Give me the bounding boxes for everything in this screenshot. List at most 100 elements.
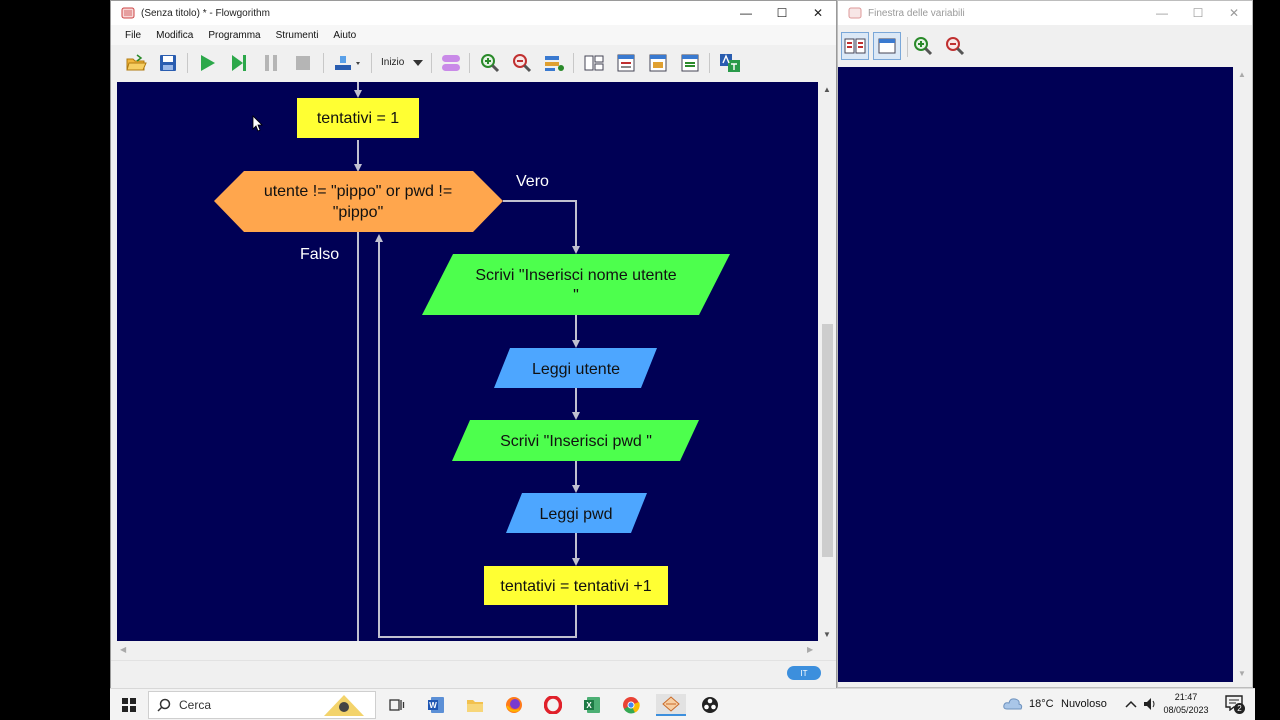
search-icon [157, 698, 171, 712]
windows-start-icon[interactable] [118, 694, 140, 716]
maximize-icon[interactable]: ☐ [1180, 1, 1216, 25]
output-block-nome-utente[interactable]: Scrivi "Inserisci nome utente " [422, 254, 730, 315]
menu-strumenti[interactable]: Strumenti [276, 30, 319, 41]
search-highlight-icon [324, 695, 364, 716]
task-view-icon[interactable] [386, 694, 408, 716]
input-block-utente[interactable]: Leggi utente [494, 348, 657, 388]
translate-icon[interactable] [718, 52, 742, 74]
file-explorer-icon[interactable] [464, 694, 486, 716]
assign-block-increment[interactable]: tentativi = tentativi +1 [484, 566, 668, 605]
toolbar-separator [431, 53, 432, 73]
step-icon[interactable] [227, 52, 251, 74]
chevron-down-icon[interactable] [413, 59, 423, 67]
menu-aiuto[interactable]: Aiuto [333, 30, 356, 41]
speaker-icon[interactable] [1143, 697, 1157, 711]
language-badge[interactable]: IT [787, 666, 821, 680]
run-icon[interactable] [195, 52, 219, 74]
weather-description[interactable]: Nuvoloso [1061, 698, 1107, 710]
decision-text-line2: "pippo" [333, 204, 384, 221]
notification-count-badge: 2 [1234, 703, 1245, 714]
weather-cloud-icon[interactable] [1003, 697, 1023, 711]
flowgorithm-taskbar-icon[interactable] [656, 694, 686, 716]
scroll-down-icon[interactable]: ▼ [823, 630, 831, 639]
zoom-in-icon[interactable] [911, 35, 935, 57]
input-block-text: Leggi pwd [540, 506, 613, 523]
mouse-cursor-icon [252, 115, 263, 132]
toolbar-separator [709, 53, 710, 73]
layout-settings-icon[interactable] [542, 52, 566, 74]
zoom-out-icon[interactable] [943, 35, 967, 57]
arrays-view-icon[interactable] [841, 32, 869, 60]
menu-bar: File Modifica Programma Strumenti Aiuto [111, 25, 836, 45]
close-icon[interactable]: ✕ [1216, 1, 1252, 25]
windows-taskbar: Cerca W X 18°C Nuvoloso 21:47 08/05/2023… [110, 688, 1255, 720]
flowgorithm-window: (Senza titolo) * - Flowgorithm — ☐ ✕ Fil… [110, 0, 837, 688]
scroll-down-icon[interactable]: ▼ [1238, 669, 1246, 678]
decision-text-line1: utente != "pippo" or pwd != [264, 183, 452, 200]
split-view-icon[interactable] [582, 52, 606, 74]
console-window-icon[interactable] [614, 52, 638, 74]
scroll-up-icon[interactable]: ▲ [823, 85, 831, 94]
system-clock[interactable]: 21:47 08/05/2023 [1160, 691, 1212, 717]
main-titlebar[interactable]: (Senza titolo) * - Flowgorithm — ☐ ✕ [111, 1, 836, 25]
menu-file[interactable]: File [125, 30, 141, 41]
vars-titlebar[interactable]: Finestra delle variabili — ☐ ✕ [838, 1, 1252, 25]
svg-text:W: W [429, 701, 437, 710]
toolbar-separator [469, 53, 470, 73]
toolbar-separator [573, 53, 574, 73]
flowgorithm-app-icon [848, 7, 862, 19]
scroll-up-icon[interactable]: ▲ [1238, 70, 1246, 79]
menu-programma[interactable]: Programma [208, 30, 260, 41]
decision-block[interactable]: utente != "pippo" or pwd != "pippo" [214, 171, 503, 232]
scroll-right-icon[interactable]: ▶ [807, 645, 813, 654]
chart-style-icon[interactable] [439, 52, 463, 74]
variables-window-icon[interactable] [646, 52, 670, 74]
canvas-horizontal-scrollbar[interactable]: ◀ ▶ [117, 642, 818, 659]
obs-studio-icon[interactable] [699, 694, 721, 716]
word-app-icon[interactable]: W [425, 694, 447, 716]
menu-modifica[interactable]: Modifica [156, 30, 193, 41]
source-code-window-icon[interactable] [678, 52, 702, 74]
flowchart-canvas[interactable]: tentativi = 1 utente != "pippo" or pwd !… [117, 82, 818, 641]
status-bar: IT [111, 660, 836, 688]
scrollbar-thumb[interactable] [822, 324, 833, 557]
output-block-pwd[interactable]: Scrivi "Inserisci pwd " [452, 420, 699, 461]
connector-true-branch [503, 200, 580, 254]
canvas-vertical-scrollbar[interactable]: ▲ ▼ [819, 82, 836, 642]
scroll-left-icon[interactable]: ◀ [120, 645, 126, 654]
vars-window-title: Finestra delle variabili [868, 7, 965, 19]
speed-dropdown-icon[interactable] [331, 52, 365, 74]
speed-select-value[interactable]: Inizio [381, 57, 404, 68]
pause-icon[interactable] [259, 52, 283, 74]
vars-vertical-scrollbar[interactable]: ▲ ▼ [1234, 67, 1251, 682]
svg-text:X: X [586, 701, 592, 710]
input-block-pwd[interactable]: Leggi pwd [506, 493, 647, 533]
maximize-icon[interactable]: ☐ [764, 1, 800, 25]
toolbar-separator [187, 53, 188, 73]
save-icon[interactable] [156, 52, 180, 74]
notification-center-icon[interactable]: 2 [1225, 695, 1245, 715]
variables-panel[interactable] [838, 67, 1233, 682]
stop-icon[interactable] [291, 52, 315, 74]
output-block-text: Scrivi "Inserisci pwd " [500, 433, 652, 450]
taskbar-search-box[interactable]: Cerca [148, 691, 376, 719]
output-block-text-line1: Scrivi "Inserisci nome utente [475, 267, 676, 284]
weather-temperature[interactable]: 18°C [1029, 698, 1054, 710]
open-folder-icon[interactable] [124, 52, 148, 74]
zoom-in-icon[interactable] [478, 52, 502, 74]
firefox-icon[interactable] [503, 694, 525, 716]
clock-time: 21:47 [1174, 692, 1198, 702]
minimize-icon[interactable]: — [728, 1, 764, 25]
close-icon[interactable]: ✕ [800, 1, 836, 25]
opera-icon[interactable] [542, 694, 564, 716]
window-view-icon[interactable] [873, 32, 901, 60]
zoom-out-icon[interactable] [510, 52, 534, 74]
minimize-icon[interactable]: — [1144, 1, 1180, 25]
flowchart-diagram: tentativi = 1 utente != "pippo" or pwd !… [214, 82, 730, 641]
assign-block-tentativi[interactable]: tentativi = 1 [297, 98, 419, 138]
chevron-up-icon[interactable] [1125, 700, 1137, 708]
chrome-icon[interactable] [620, 694, 642, 716]
main-toolbar: Inizio [111, 45, 836, 81]
excel-app-icon[interactable]: X [581, 694, 603, 716]
search-placeholder: Cerca [179, 698, 212, 712]
